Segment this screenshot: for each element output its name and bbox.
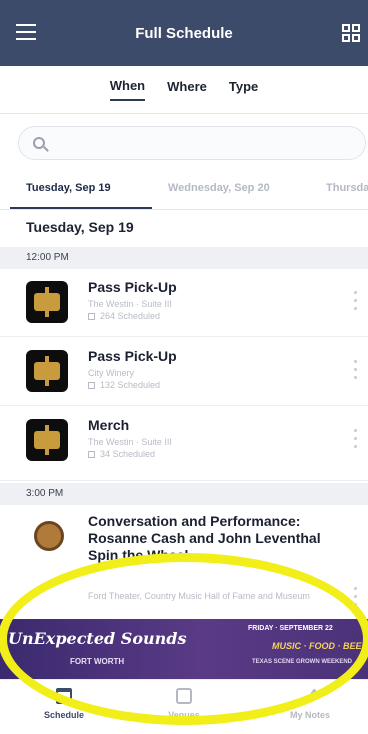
banner-subtitle: FORT WORTH	[70, 657, 125, 666]
filter-tabs: When Where Type	[0, 66, 368, 114]
page-title: Full Schedule	[135, 24, 233, 42]
calendar-icon	[56, 688, 72, 704]
more-options-icon[interactable]	[354, 587, 358, 609]
filter-tab-type[interactable]: Type	[229, 79, 258, 100]
event-thumbnail	[26, 281, 68, 323]
event-row[interactable]: Pass Pick-Up The Westin · Suite III 264 …	[0, 269, 368, 337]
event-title: Pass Pick-Up	[88, 348, 177, 364]
date-tabs: Tuesday, Sep 19 Wednesday, Sep 20 Thursd…	[0, 176, 368, 210]
venue-icon	[176, 688, 192, 704]
event-scheduled-count: 132 Scheduled	[88, 380, 160, 390]
app-header: Full Schedule	[0, 0, 368, 66]
nav-label: Schedule	[43, 710, 84, 720]
event-venue: Ford Theater, Country Music Hall of Fame…	[88, 591, 310, 601]
search-input[interactable]	[55, 136, 355, 150]
banner-tagline: MUSIC · FOOD · BEER	[272, 641, 368, 651]
more-options-icon[interactable]	[354, 291, 358, 313]
calendar-icon	[88, 382, 95, 390]
calendar-icon	[88, 451, 95, 459]
calendar-icon	[88, 313, 95, 321]
date-tab-thursday[interactable]: Thursday	[326, 182, 368, 194]
time-header: 12:00 PM	[0, 247, 368, 269]
event-row[interactable]: Merch The Westin · Suite III 34 Schedule…	[0, 407, 368, 481]
date-tab-wednesday[interactable]: Wednesday, Sep 20	[168, 182, 270, 194]
event-title: Pass Pick-Up	[88, 279, 177, 295]
event-venue: City Winery	[88, 368, 135, 378]
event-venue: The Westin · Suite III	[88, 299, 172, 309]
day-heading: Tuesday, Sep 19	[26, 219, 134, 235]
bottom-nav: Schedule Venues My Notes	[0, 679, 368, 734]
event-venue: The Westin · Suite III	[88, 437, 172, 447]
event-title: Merch	[88, 417, 130, 433]
banner-title: UnExpected Sounds	[8, 629, 187, 648]
time-header: 3:00 PM	[0, 483, 368, 505]
event-scheduled-count: 34 Scheduled	[88, 449, 155, 459]
event-row[interactable]: Pass Pick-Up City Winery 132 Scheduled	[0, 338, 368, 406]
active-tab-indicator	[10, 207, 152, 209]
pen-icon	[304, 688, 316, 704]
search-icon	[33, 137, 45, 149]
banner-small-text: TEXAS SCENE GROWN WEEKEND	[252, 659, 353, 665]
nav-label: Venues	[168, 710, 200, 720]
date-tab-tuesday[interactable]: Tuesday, Sep 19	[26, 182, 111, 194]
search-bar[interactable]	[18, 126, 366, 160]
nav-item-venues[interactable]: Venues	[144, 688, 224, 720]
banner-date: FRIDAY · SEPTEMBER 22	[248, 625, 333, 632]
more-options-icon[interactable]	[354, 360, 358, 382]
event-row[interactable]: Conversation and Performance: Rosanne Ca…	[0, 507, 368, 619]
ad-banner[interactable]: UnExpected Sounds FORT WORTH FRIDAY · SE…	[0, 619, 368, 679]
grid-view-icon[interactable]	[342, 24, 360, 42]
event-title: Conversation and Performance: Rosanne Ca…	[88, 513, 321, 563]
menu-icon[interactable]	[16, 24, 36, 40]
more-options-icon[interactable]	[354, 429, 358, 451]
nav-label: My Notes	[289, 710, 330, 720]
event-thumbnail	[26, 419, 68, 461]
nav-item-notes[interactable]: My Notes	[270, 688, 350, 720]
filter-tab-when[interactable]: When	[109, 78, 146, 101]
event-scheduled-count: 264 Scheduled	[88, 311, 160, 321]
event-thumbnail	[34, 521, 64, 551]
nav-item-schedule[interactable]: Schedule	[24, 688, 104, 720]
filter-tab-where[interactable]: Where	[167, 79, 207, 100]
event-thumbnail	[26, 350, 68, 392]
